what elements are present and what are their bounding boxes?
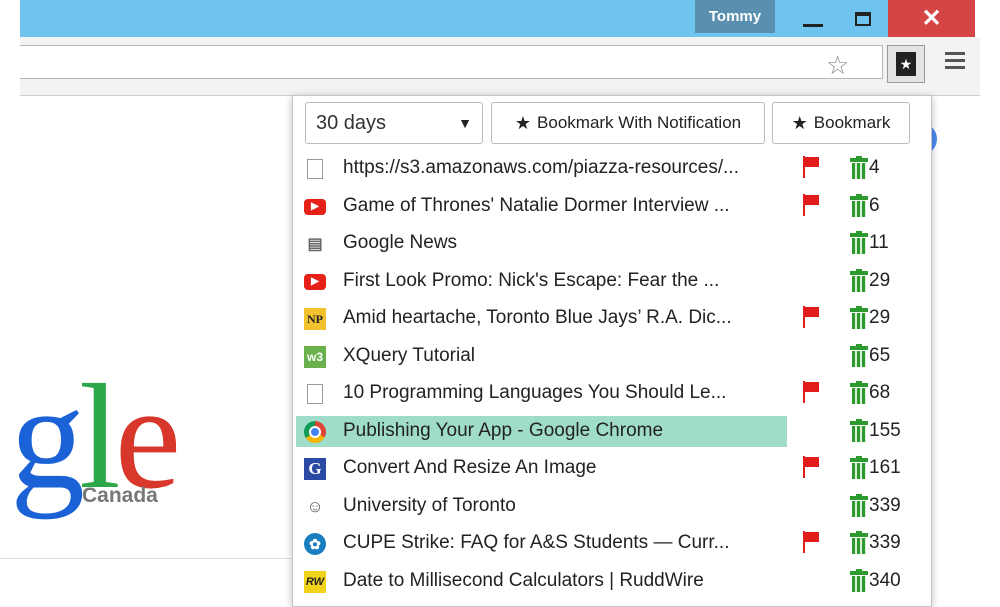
trash-icon[interactable]	[850, 306, 868, 330]
list-item[interactable]: w3 XQuery Tutorial 65	[293, 338, 931, 376]
flag-icon[interactable]	[803, 156, 819, 178]
trash-icon[interactable]	[850, 343, 868, 368]
list-item[interactable]: RW Date to Millisecond Calculators | Rudd…	[293, 563, 931, 601]
chevron-down-icon: ▼	[458, 115, 472, 131]
cupe-icon: ✿	[304, 533, 326, 555]
minimize-button[interactable]	[793, 0, 833, 37]
visit-count: 29	[869, 269, 891, 291]
visit-count: 161	[869, 457, 901, 478]
maximize-button[interactable]	[843, 0, 883, 37]
trash-icon[interactable]	[850, 193, 868, 218]
star-outline-icon[interactable]: ☆	[826, 50, 849, 81]
visit-count: 65	[869, 344, 891, 366]
star-icon: ★	[514, 112, 532, 133]
bookmark-title[interactable]: Publishing Your App - Google Chrome	[343, 420, 785, 442]
youtube-icon: ▶	[304, 273, 326, 290]
trash-icon[interactable]	[850, 381, 868, 405]
bookmark-title[interactable]: XQuery Tutorial	[343, 345, 785, 367]
trash-icon[interactable]	[850, 156, 868, 180]
minimize-icon	[803, 24, 823, 27]
list-item[interactable]: 10 Programming Languages You Should Le..…	[293, 375, 931, 413]
logo-subtitle: Canada	[82, 484, 158, 507]
flag-icon[interactable]	[803, 456, 819, 478]
hamburger-menu-icon[interactable]	[945, 52, 965, 73]
button-label: Bookmark	[813, 113, 891, 132]
button-label: Bookmark With Notification	[537, 113, 742, 132]
flag-icon[interactable]	[803, 193, 819, 216]
document-icon	[307, 159, 323, 179]
visit-count: 6	[869, 194, 880, 216]
w3schools-icon: w3	[304, 345, 326, 368]
flag-icon[interactable]	[803, 306, 819, 328]
list-item[interactable]: G Convert And Resize An Image 161	[293, 450, 931, 488]
visit-count: 4	[869, 157, 880, 178]
list-item[interactable]: ✿ CUPE Strike: FAQ for A&S Students — Cur…	[293, 525, 931, 563]
list-item[interactable]: ☺ University of Toronto 339	[293, 488, 931, 526]
ruddwire-icon: RW	[304, 570, 326, 593]
list-item[interactable]: NP Amid heartache, Toronto Blue Jays’ R.A…	[293, 300, 931, 338]
trash-icon[interactable]	[850, 268, 868, 293]
flag-icon[interactable]	[803, 381, 819, 403]
list-item[interactable]: ▤ Google News 11	[293, 225, 931, 263]
range-select[interactable]: 30 days ▼	[305, 102, 483, 144]
bookmark-with-notification-button[interactable]: ★ Bookmark With Notification	[491, 102, 765, 144]
bookmark-title[interactable]: Convert And Resize An Image	[343, 457, 785, 479]
trash-icon[interactable]	[850, 493, 868, 518]
bookmark-title[interactable]: Date to Millisecond Calculators | RuddWi…	[343, 570, 785, 592]
trash-icon[interactable]	[850, 456, 868, 480]
list-item[interactable]: Publishing Your App - Google Chrome 155	[293, 413, 931, 451]
star-icon: ★	[791, 112, 808, 133]
close-icon: ✕	[921, 5, 942, 32]
profile-button[interactable]: Tommy	[695, 0, 775, 33]
list-item[interactable]: https://s3.amazonaws.com/piazza-resource…	[293, 150, 931, 188]
np-icon: NP	[304, 308, 326, 330]
visit-count: 155	[869, 419, 901, 441]
bookmark-button[interactable]: ★ Bookmark	[772, 102, 910, 144]
maximize-icon	[855, 11, 871, 26]
youtube-icon: ▶	[304, 198, 326, 215]
visit-count: 11	[869, 232, 889, 253]
trash-icon[interactable]	[850, 418, 868, 443]
bookmark-title[interactable]: University of Toronto	[343, 495, 785, 517]
close-button[interactable]: ✕	[888, 0, 975, 37]
trash-icon[interactable]	[850, 531, 868, 555]
flag-icon[interactable]	[803, 531, 819, 553]
bookmark-title[interactable]: 10 Programming Languages You Should Le..…	[343, 382, 785, 404]
visit-count: 68	[869, 382, 891, 403]
g-icon: G	[304, 458, 326, 480]
bookmark-list: https://s3.amazonaws.com/piazza-resource…	[293, 150, 931, 600]
document-icon	[307, 384, 323, 404]
visit-count: 340	[869, 569, 901, 591]
bookmark-popup: 30 days ▼ ★ Bookmark With Notification ★…	[292, 95, 932, 607]
address-bar[interactable]	[20, 45, 883, 79]
visit-count: 339	[869, 494, 901, 516]
bookmark-title[interactable]: First Look Promo: Nick's Escape: Fear th…	[343, 270, 785, 292]
bookmark-extension-icon: ★	[896, 52, 916, 76]
bookmark-title[interactable]: https://s3.amazonaws.com/piazza-resource…	[343, 157, 785, 179]
bookmark-title[interactable]: Amid heartache, Toronto Blue Jays’ R.A. …	[343, 307, 785, 329]
bookmark-extension-button[interactable]: ★	[887, 45, 925, 83]
bookmark-title[interactable]: Google News	[343, 232, 785, 254]
list-item[interactable]: ▶ First Look Promo: Nick's Escape: Fear t…	[293, 263, 931, 301]
bookmark-title[interactable]: Game of Thrones' Natalie Dormer Intervie…	[343, 195, 785, 217]
visit-count: 339	[869, 532, 901, 553]
news-icon: ▤	[307, 236, 323, 253]
visit-count: 29	[869, 307, 891, 328]
divider	[0, 558, 292, 559]
chrome-icon	[304, 420, 326, 443]
bookmark-title[interactable]: CUPE Strike: FAQ for A&S Students — Curr…	[343, 532, 785, 554]
trash-icon[interactable]	[850, 568, 868, 593]
list-item[interactable]: ▶ Game of Thrones' Natalie Dormer Intervi…	[293, 188, 931, 226]
trash-icon[interactable]	[850, 231, 868, 255]
range-select-value: 30 days	[316, 111, 387, 134]
reddit-icon: ☺	[306, 496, 324, 516]
